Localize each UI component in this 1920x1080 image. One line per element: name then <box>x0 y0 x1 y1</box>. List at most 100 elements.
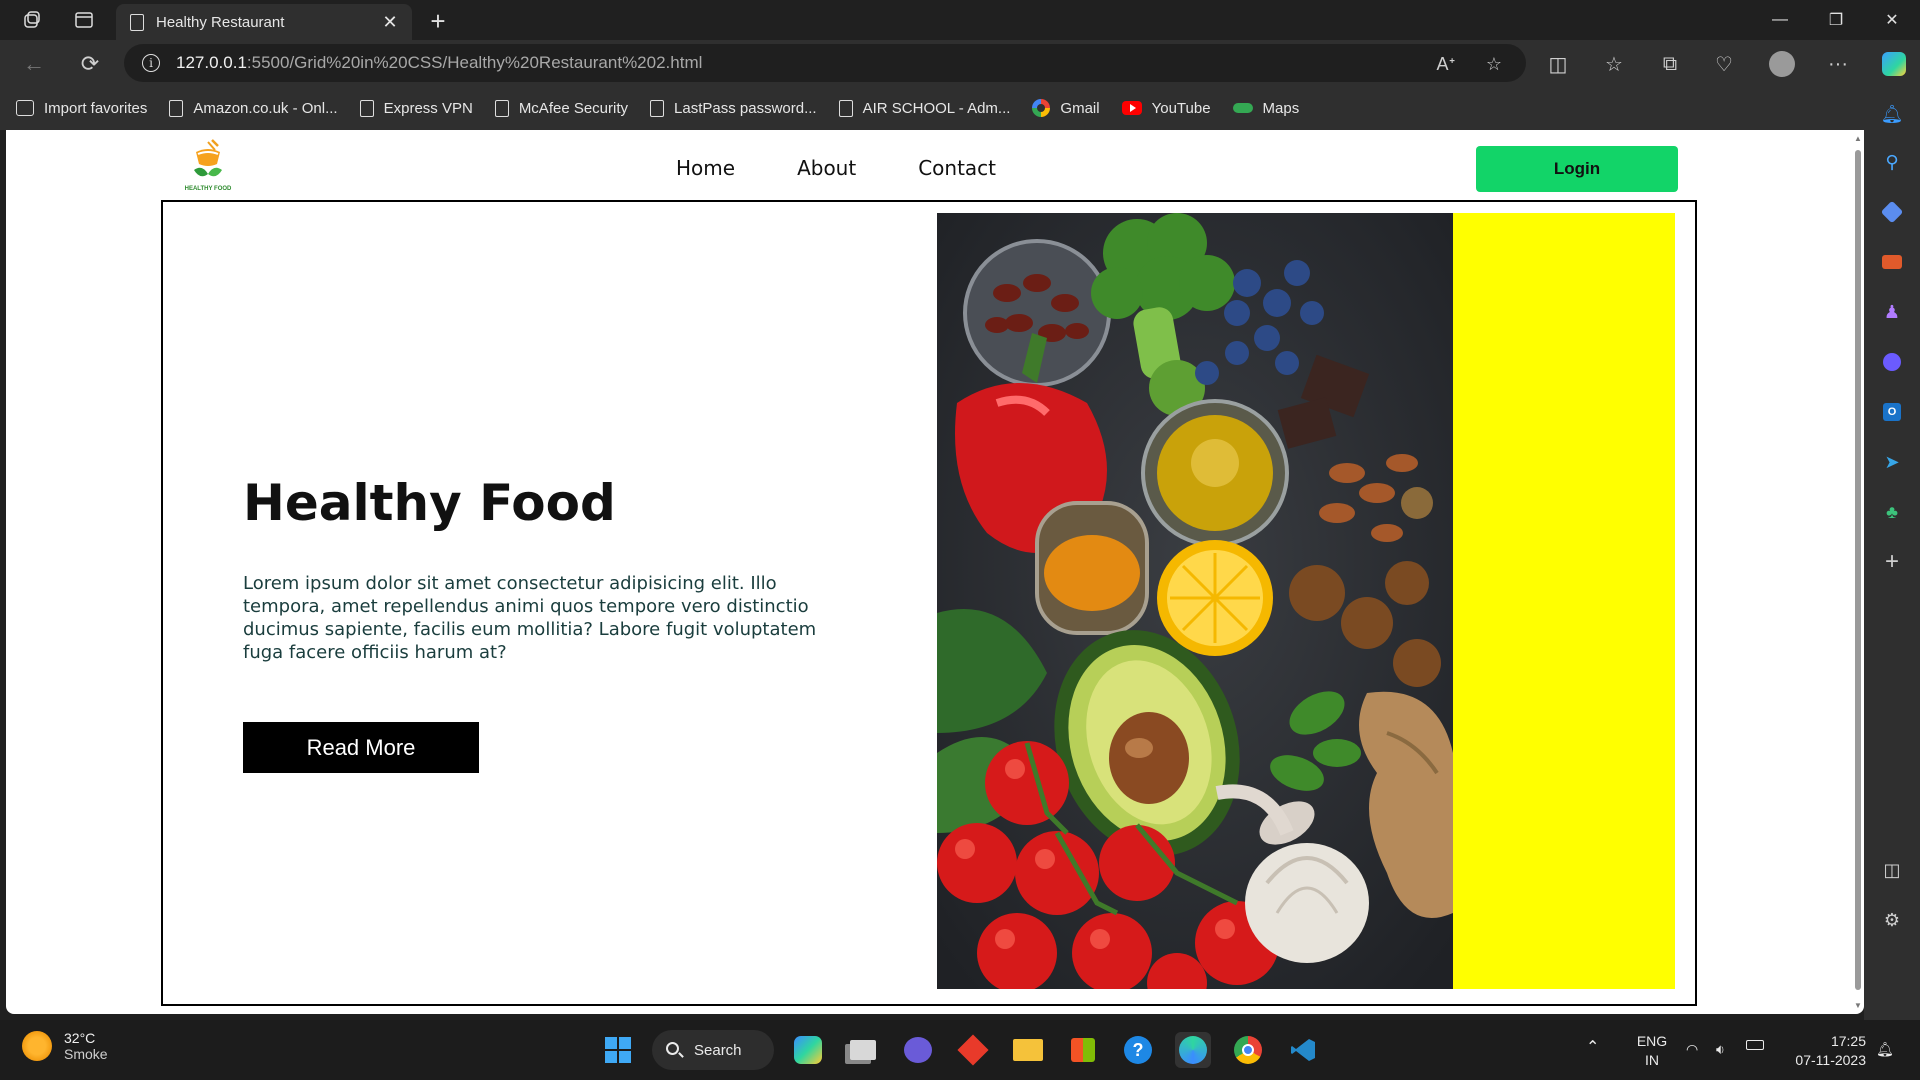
restore-icon[interactable]: ❐ <box>1808 0 1864 40</box>
more-options-icon[interactable]: ··· <box>1822 48 1854 80</box>
start-windows-icon[interactable] <box>600 1032 636 1068</box>
maps-icon <box>1232 103 1253 113</box>
title-bar: Healthy Restaurant ✕ + — ❐ ✕ <box>0 0 1920 40</box>
browser-essentials-icon[interactable]: ♡ <box>1708 48 1740 80</box>
url-host: 127.0.0.1 <box>176 53 247 72</box>
teams-chat-icon[interactable] <box>900 1032 936 1068</box>
weather-widget[interactable]: 32°C Smoke <box>22 1030 108 1062</box>
copilot-preview-icon[interactable] <box>790 1032 826 1068</box>
page-icon <box>494 99 509 117</box>
google-icon <box>1032 99 1051 117</box>
page-icon <box>130 13 144 31</box>
site-info-icon[interactable]: i <box>142 54 160 72</box>
favorites-icon[interactable]: ☆ <box>1598 48 1630 80</box>
weather-sun-icon <box>22 1031 52 1061</box>
minimize-icon[interactable]: — <box>1752 0 1808 40</box>
games-icon[interactable]: ♟ <box>1878 298 1906 326</box>
read-more-button[interactable]: Read More <box>243 722 479 773</box>
profile-avatar-icon[interactable] <box>1766 48 1798 80</box>
clock-time: 17:25 <box>1830 1033 1866 1049</box>
app-red-diamond-icon[interactable] <box>955 1032 991 1068</box>
favorite-maps[interactable]: Maps <box>1232 100 1299 117</box>
copilot-side-icon[interactable] <box>1878 348 1906 376</box>
import-icon <box>16 100 34 116</box>
favorite-gmail[interactable]: Gmail <box>1032 99 1100 117</box>
tab-healthy-restaurant[interactable]: Healthy Restaurant ✕ <box>116 4 412 40</box>
page-icon <box>650 99 665 117</box>
close-window-icon[interactable]: ✕ <box>1864 0 1920 40</box>
hero-section: Healthy Food Lorem ipsum dolor sit amet … <box>161 200 1697 1006</box>
tab-title: Healthy Restaurant <box>156 13 285 31</box>
page-scrollbar[interactable]: ▲ ▼ <box>1854 132 1862 1012</box>
favorite-amazon[interactable]: Amazon.co.uk - Onl... <box>169 99 338 117</box>
show-hidden-icons[interactable]: ⌃ <box>1586 1038 1599 1057</box>
notifications-icon[interactable]: 🔔︎ <box>1876 1040 1894 1059</box>
scroll-down-icon[interactable]: ▼ <box>1854 1001 1862 1010</box>
yellow-panel <box>1453 213 1675 989</box>
favorite-youtube[interactable]: YouTube <box>1121 100 1211 117</box>
windows-taskbar: 32°C Smoke Search ? ⌃ ENG IN ◠ 🔉︎ 17:25 … <box>0 1020 1920 1080</box>
youtube-icon <box>1121 101 1142 115</box>
split-screen-icon[interactable]: ◫ <box>1542 48 1574 80</box>
battery-icon[interactable] <box>1746 1040 1764 1050</box>
telegram-icon[interactable]: ➤ <box>1878 448 1906 476</box>
taskbar-search-label: Search <box>694 1041 742 1059</box>
page-viewport: HEALTHY FOOD Home About Contact Login He… <box>6 130 1864 1014</box>
nav-home[interactable]: Home <box>676 156 735 180</box>
outlook-icon[interactable]: O <box>1878 398 1906 426</box>
tools-briefcase-icon[interactable] <box>1878 248 1906 276</box>
tree-icon[interactable]: ♣ <box>1878 498 1906 526</box>
taskbar-search[interactable]: Search <box>652 1030 774 1070</box>
favorite-express-vpn[interactable]: Express VPN <box>359 99 473 117</box>
add-icon[interactable]: + <box>1878 548 1906 576</box>
file-explorer-icon[interactable] <box>1010 1032 1046 1068</box>
search-icon[interactable]: ⚲ <box>1878 148 1906 176</box>
settings-gear-icon[interactable]: ⚙ <box>1878 906 1906 934</box>
copilot-icon[interactable] <box>1878 48 1910 80</box>
edge-sidebar: 🔔︎ ⚲ ♟ O ➤ ♣ + ◫ ⚙ <box>1864 86 1920 1020</box>
hero-description: Lorem ipsum dolor sit amet consectetur a… <box>243 573 817 663</box>
read-aloud-icon[interactable]: Aᐩ <box>1432 50 1460 78</box>
favorite-lastpass[interactable]: LastPass password... <box>650 99 817 117</box>
scrollbar-thumb[interactable] <box>1855 150 1861 990</box>
clock-date: 07-11-2023 <box>1795 1052 1866 1068</box>
site-logo[interactable]: HEALTHY FOOD <box>182 138 234 194</box>
healthy-food-image <box>937 213 1453 989</box>
login-button[interactable]: Login <box>1476 146 1678 192</box>
scroll-up-icon[interactable]: ▲ <box>1854 134 1862 143</box>
chrome-icon[interactable] <box>1230 1032 1266 1068</box>
favorite-mcafee[interactable]: McAfee Security <box>494 99 628 117</box>
help-icon[interactable]: ? <box>1120 1032 1156 1068</box>
tab-actions-icon[interactable] <box>72 8 96 32</box>
favorite-star-icon[interactable]: ☆ <box>1480 50 1508 78</box>
back-icon[interactable]: ← <box>18 48 50 80</box>
workspaces-icon[interactable] <box>20 8 44 32</box>
vscode-icon[interactable] <box>1285 1032 1321 1068</box>
page-icon <box>359 99 374 117</box>
site-header: HEALTHY FOOD Home About Contact Login <box>6 130 1846 200</box>
clock[interactable]: 17:25 07-11-2023 <box>1782 1032 1866 1070</box>
volume-icon[interactable]: 🔉︎ <box>1716 1040 1725 1059</box>
page-icon <box>838 99 853 117</box>
new-tab-icon[interactable]: + <box>424 6 452 37</box>
task-view-icon[interactable] <box>845 1032 881 1068</box>
edge-browser-icon[interactable] <box>1175 1032 1211 1068</box>
favorite-import[interactable]: Import favorites <box>16 100 147 117</box>
favorites-bar: Import favorites Amazon.co.uk - Onl... E… <box>0 86 1920 130</box>
input-language[interactable]: ENG IN <box>1628 1032 1676 1070</box>
nav-contact[interactable]: Contact <box>918 156 996 180</box>
notification-bell-icon[interactable]: 🔔︎ <box>1878 100 1906 128</box>
weather-temperature: 32°C <box>64 1030 96 1046</box>
refresh-icon[interactable]: ⟳ <box>74 48 106 80</box>
favorite-air-school[interactable]: AIR SCHOOL - Adm... <box>838 99 1010 117</box>
address-bar[interactable]: i 127.0.0.1:5500/Grid%20in%20CSS/Healthy… <box>124 44 1526 82</box>
region-code: IN <box>1645 1052 1659 1068</box>
hide-sidebar-icon[interactable]: ◫ <box>1878 856 1906 884</box>
toolbar: ← ⟳ i 127.0.0.1:5500/Grid%20in%20CSS/Hea… <box>0 40 1920 86</box>
microsoft-store-icon[interactable] <box>1065 1032 1101 1068</box>
close-tab-icon[interactable]: ✕ <box>380 12 400 33</box>
collections-icon[interactable]: ⧉ <box>1654 48 1686 80</box>
nav-about[interactable]: About <box>797 156 856 180</box>
shopping-tag-icon[interactable] <box>1878 198 1906 226</box>
wifi-icon[interactable]: ◠ <box>1686 1040 1698 1059</box>
